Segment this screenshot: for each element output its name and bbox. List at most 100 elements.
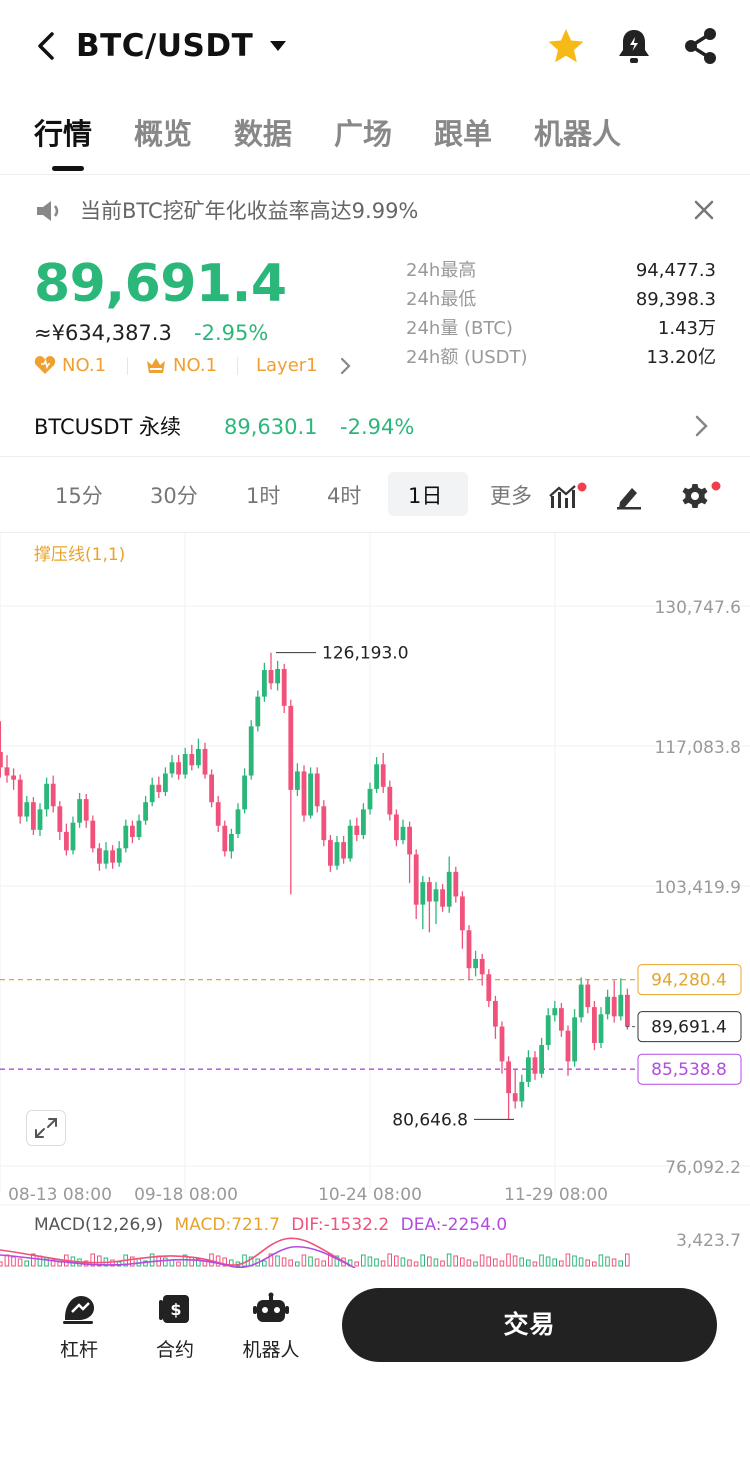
tab-data[interactable]: 数据 bbox=[234, 110, 292, 158]
candle-body bbox=[308, 773, 313, 816]
macd-bar bbox=[486, 1256, 491, 1267]
macd-bar bbox=[532, 1261, 538, 1267]
macd-bar bbox=[4, 1254, 10, 1267]
candle-body bbox=[4, 767, 10, 776]
candle-body bbox=[301, 771, 307, 816]
candle-body bbox=[519, 1081, 525, 1102]
candle-body bbox=[11, 775, 16, 780]
macd-bar bbox=[354, 1261, 359, 1267]
candle-body bbox=[17, 779, 23, 817]
caret-down-icon[interactable] bbox=[268, 38, 288, 57]
candle-body bbox=[288, 705, 294, 790]
candle-body bbox=[281, 668, 287, 706]
expand-button[interactable] bbox=[26, 1110, 66, 1146]
macd-bar bbox=[539, 1254, 544, 1267]
stat-label: 24h量 (BTC) bbox=[406, 318, 513, 339]
candle-body bbox=[526, 1057, 531, 1082]
tab-market[interactable]: 行情 bbox=[34, 110, 92, 158]
nav-bots[interactable]: 机器人 bbox=[226, 1292, 316, 1364]
chevron-right-icon[interactable] bbox=[692, 414, 710, 442]
x-tick-label: 10-24 08:00 bbox=[318, 1185, 422, 1205]
macd-bar bbox=[361, 1254, 366, 1267]
macd-bar bbox=[526, 1259, 531, 1267]
pair-title[interactable]: BTC/USDT bbox=[76, 24, 253, 68]
macd-bar bbox=[493, 1258, 498, 1267]
macd-params: MACD(12,26,9) bbox=[34, 1215, 164, 1235]
interval-30m[interactable]: 30分 bbox=[150, 478, 198, 514]
bell-alert-icon[interactable] bbox=[616, 26, 652, 70]
nav-label: 合约 bbox=[155, 1339, 194, 1361]
expand-icon bbox=[35, 1118, 57, 1138]
tab-overview[interactable]: 概览 bbox=[134, 110, 192, 158]
stat-label: 24h额 (USDT) bbox=[406, 347, 528, 368]
candle-body bbox=[413, 854, 419, 905]
candle-body bbox=[275, 668, 280, 684]
chevron-right-icon[interactable] bbox=[338, 357, 352, 379]
macd-bar bbox=[545, 1256, 551, 1267]
macd-bar bbox=[149, 1253, 155, 1267]
nav-futures[interactable]: $ 合约 bbox=[130, 1292, 220, 1364]
draw-pen-icon[interactable] bbox=[614, 482, 644, 514]
macd-bar bbox=[308, 1256, 313, 1267]
candle-body bbox=[440, 889, 445, 907]
perpetual-name[interactable]: BTCUSDT 永续 bbox=[34, 412, 181, 442]
candle-body bbox=[512, 1093, 518, 1102]
y-tick-label: 117,083.8 bbox=[654, 738, 741, 758]
rank-badge[interactable]: NO.1 bbox=[62, 353, 106, 379]
candle-body bbox=[130, 825, 135, 838]
indicator-icon[interactable] bbox=[548, 482, 588, 516]
candle-body bbox=[182, 754, 188, 775]
price-change: -2.95% bbox=[194, 321, 269, 345]
tab-underline bbox=[52, 166, 84, 171]
macd-bar bbox=[281, 1257, 287, 1267]
macd-bar bbox=[552, 1258, 558, 1267]
candle-body bbox=[321, 806, 327, 841]
interval-1h[interactable]: 1时 bbox=[246, 478, 280, 514]
candle-body bbox=[70, 822, 76, 851]
category-badge[interactable]: Layer1 bbox=[256, 353, 318, 379]
heart-badge-icon bbox=[34, 355, 56, 379]
interval-4h[interactable]: 4时 bbox=[327, 478, 361, 514]
share-icon[interactable] bbox=[682, 26, 720, 70]
perpetual-change: -2.94% bbox=[340, 415, 415, 439]
macd-bar bbox=[466, 1259, 472, 1267]
tab-square[interactable]: 广场 bbox=[334, 110, 392, 158]
close-icon[interactable] bbox=[692, 198, 716, 226]
candle-body bbox=[446, 871, 452, 907]
candle-body bbox=[314, 773, 320, 807]
candle-body bbox=[572, 1017, 577, 1062]
tab-copy-trading[interactable]: 跟单 bbox=[434, 110, 492, 158]
macd-bar bbox=[37, 1255, 43, 1267]
y-tick-label: 130,747.6 bbox=[654, 598, 741, 618]
rank-badge[interactable]: NO.1 bbox=[173, 353, 217, 379]
candle-body bbox=[242, 775, 247, 810]
macd-bar bbox=[433, 1258, 439, 1267]
candle-body bbox=[169, 762, 175, 774]
interval-1d[interactable]: 1日 bbox=[408, 478, 442, 514]
interval-15m[interactable]: 15分 bbox=[55, 478, 103, 514]
candle-body bbox=[248, 726, 254, 776]
macd-bar bbox=[295, 1261, 300, 1267]
candle-body bbox=[156, 784, 162, 792]
tab-bots[interactable]: 机器人 bbox=[534, 110, 621, 158]
candlestick-chart[interactable]: 130,747.6 117,083.8 103,419.9 76,092.2 08-13… bbox=[0, 533, 750, 1268]
star-icon[interactable] bbox=[546, 26, 586, 70]
candle-body bbox=[328, 840, 333, 866]
candle-body bbox=[559, 1008, 564, 1031]
macd-bar bbox=[57, 1261, 63, 1267]
candle-body bbox=[262, 670, 267, 697]
candle-body bbox=[427, 882, 432, 902]
macd-bar bbox=[176, 1261, 181, 1267]
nav-margin[interactable]: 杠杆 bbox=[34, 1292, 124, 1364]
back-icon[interactable] bbox=[30, 24, 70, 68]
candle-body bbox=[552, 1008, 558, 1016]
trade-button[interactable]: 交易 bbox=[342, 1288, 717, 1362]
interval-more[interactable]: 更多 bbox=[490, 478, 542, 514]
announcement-text[interactable]: 当前BTC挖矿年化收益率高达9.99% bbox=[80, 196, 418, 226]
candle-body bbox=[605, 996, 610, 1015]
candle-body bbox=[618, 994, 624, 1017]
macd-bar bbox=[578, 1257, 584, 1267]
macd-bar bbox=[420, 1254, 425, 1267]
settings-gear-icon[interactable] bbox=[680, 480, 722, 516]
macd-bar bbox=[506, 1253, 511, 1267]
